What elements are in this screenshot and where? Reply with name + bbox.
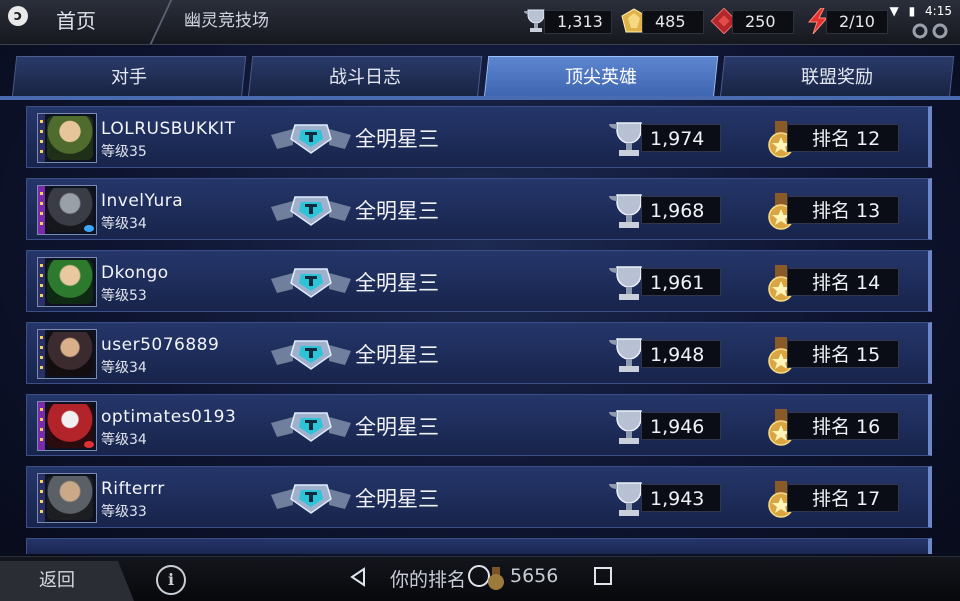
trophy-score: 1,974 <box>641 124 721 152</box>
player-level: 等级34 <box>101 216 147 232</box>
leaderboard-list[interactable]: LOLRUSBUKKIT 等级35 全明星三 1,974 排名 12 Invel… <box>26 106 934 554</box>
energy-count: 2/10 <box>826 10 888 34</box>
rarity-stripe <box>38 186 45 234</box>
app-notification-icon: ↄ <box>8 6 28 26</box>
leaderboard-row-partial[interactable] <box>26 538 932 554</box>
rank-position: 排名 13 <box>787 196 899 224</box>
avatar <box>47 476 93 520</box>
leaderboard-row[interactable]: Rifterrr 等级33 全明星三 1,943 排名 17 <box>26 466 932 528</box>
hero-portrait <box>37 257 97 307</box>
android-back-icon[interactable] <box>348 567 368 587</box>
trophy-score: 1,946 <box>641 412 721 440</box>
faction-badge-icon <box>84 441 94 448</box>
leaderboard-row[interactable]: optimates0193 等级34 全明星三 1,946 排名 16 <box>26 394 932 456</box>
tab-battle-log[interactable]: 战斗日志 <box>247 56 483 99</box>
player-level: 等级53 <box>101 288 147 304</box>
league-name: 全明星三 <box>355 415 439 439</box>
hero-portrait <box>37 113 97 163</box>
player-name: Rifterrr <box>101 479 165 499</box>
player-level: 等级35 <box>101 144 147 160</box>
gold-count: 485 <box>642 10 704 34</box>
hero-portrait <box>37 401 97 451</box>
rarity-stripe <box>38 114 45 162</box>
leaderboard-row[interactable]: Dkongo 等级53 全明星三 1,961 排名 14 <box>26 250 932 312</box>
avatar <box>47 116 93 160</box>
leaderboard-row[interactable]: user5076889 等级34 全明星三 1,948 排名 15 <box>26 322 932 384</box>
tab-label: 战斗日志 <box>328 67 401 88</box>
eye-badge-icon <box>84 225 94 232</box>
home-button[interactable]: 首页 <box>36 0 164 44</box>
trophy-score: 1,961 <box>641 268 721 296</box>
tab-label: 联盟奖励 <box>800 67 873 88</box>
rarity-stripe <box>38 258 45 306</box>
rarity-stripe <box>38 474 45 522</box>
trophy-score: 1,968 <box>641 196 721 224</box>
rank-position: 排名 12 <box>787 124 899 152</box>
my-rank-label: 你的排名 <box>390 569 467 591</box>
player-level: 等级33 <box>101 504 147 520</box>
trophy-score: 1,948 <box>641 340 721 368</box>
player-name: Dkongo <box>101 263 169 283</box>
league-name: 全明星三 <box>355 271 439 295</box>
hero-portrait <box>37 185 97 235</box>
leaderboard-row[interactable]: InvelYura 等级34 全明星三 1,968 排名 13 <box>26 178 932 240</box>
trophy-score: 1,943 <box>641 484 721 512</box>
hero-portrait <box>37 473 97 523</box>
battery-icon: ▮ <box>908 4 916 18</box>
rarity-stripe <box>38 330 45 378</box>
ruby-count: 250 <box>732 10 794 34</box>
medal-icon <box>488 567 504 590</box>
system-status-bar: ▼ ▮ 4:15 <box>884 4 952 18</box>
rank-position: 排名 14 <box>787 268 899 296</box>
league-name: 全明星三 <box>355 199 439 223</box>
back-button[interactable]: 返回 <box>0 561 134 601</box>
league-emblem-icon <box>271 484 351 514</box>
league-emblem-icon <box>271 268 351 298</box>
player-name: InvelYura <box>101 191 184 211</box>
rank-position: 排名 16 <box>787 412 899 440</box>
rank-position: 排名 17 <box>787 484 899 512</box>
player-level: 等级34 <box>101 360 147 376</box>
league-name: 全明星三 <box>355 127 439 151</box>
rarity-stripe <box>38 402 45 450</box>
rank-position: 排名 15 <box>787 340 899 368</box>
tab-label: 对手 <box>110 67 147 88</box>
top-bar: ↄ 首页 幽灵竞技场 1,313 485 250 2/10 ▼ ▮ 4:15 <box>0 0 960 45</box>
android-recents-icon[interactable] <box>594 567 612 585</box>
my-rank-value: 5656 <box>510 565 559 587</box>
tab-bar: 对手 战斗日志 顶尖英雄 联盟奖励 <box>10 56 955 99</box>
avatar <box>47 260 93 304</box>
player-name: user5076889 <box>101 335 220 355</box>
tab-underline <box>0 96 960 100</box>
tab-opponents[interactable]: 对手 <box>11 56 247 99</box>
gear-icon[interactable] <box>908 22 952 40</box>
page-title: 幽灵竞技场 <box>184 11 269 31</box>
tab-label: 顶尖英雄 <box>564 67 637 88</box>
tab-alliance-rewards[interactable]: 联盟奖励 <box>719 56 955 99</box>
league-name: 全明星三 <box>355 343 439 367</box>
player-name: optimates0193 <box>101 407 237 427</box>
leaderboard-row[interactable]: LOLRUSBUKKIT 等级35 全明星三 1,974 排名 12 <box>26 106 932 168</box>
league-emblem-icon <box>271 412 351 442</box>
league-emblem-icon <box>271 124 351 154</box>
player-name: LOLRUSBUKKIT <box>101 119 236 139</box>
trophy-count: 1,313 <box>544 10 612 34</box>
bottom-bar: 返回 i 你的排名 5656 <box>0 556 960 601</box>
info-icon[interactable]: i <box>156 565 186 595</box>
league-name: 全明星三 <box>355 487 439 511</box>
tab-top-heroes[interactable]: 顶尖英雄 <box>483 56 719 99</box>
player-level: 等级34 <box>101 432 147 448</box>
hero-portrait <box>37 329 97 379</box>
league-emblem-icon <box>271 340 351 370</box>
league-emblem-icon <box>271 196 351 226</box>
wifi-icon: ▼ <box>889 4 899 18</box>
avatar <box>47 332 93 376</box>
clock: 4:15 <box>925 4 952 18</box>
